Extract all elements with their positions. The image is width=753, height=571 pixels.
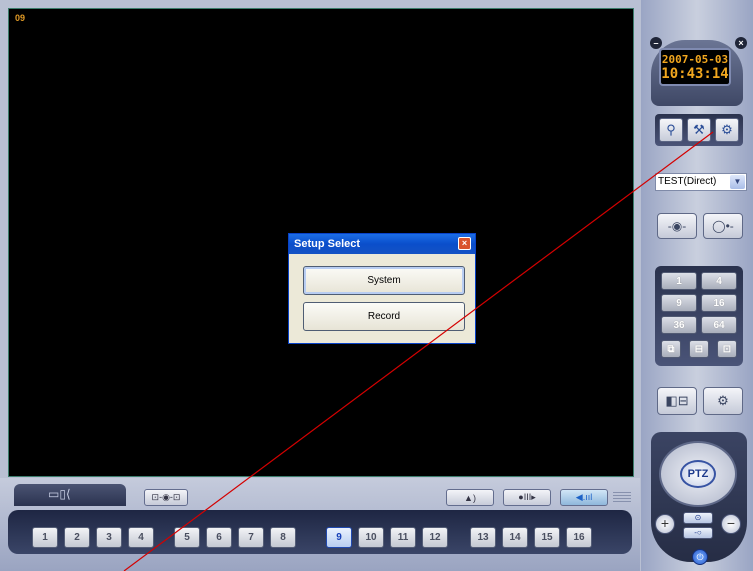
channel-button-11[interactable]: 11 — [390, 527, 416, 548]
save-snapshot-button[interactable]: ◧⊟ — [657, 387, 697, 415]
channel-button-6[interactable]: 6 — [206, 527, 232, 548]
clock-housing: 2007-05-03 10:43:14 — [651, 40, 743, 106]
minimize-icon[interactable]: – — [650, 37, 662, 49]
site-select[interactable]: TEST(Direct) ▼ — [655, 173, 747, 191]
split-16-button[interactable]: 16 — [701, 294, 737, 312]
power-icon[interactable]: ⏻ — [692, 549, 708, 565]
bell-icon: ▲) — [464, 492, 476, 503]
channel-button-4[interactable]: 4 — [128, 527, 154, 548]
fullscreen-icon[interactable]: ⊡ — [717, 340, 737, 358]
channel-button-10[interactable]: 10 — [358, 527, 384, 548]
channel-button-13[interactable]: 13 — [470, 527, 496, 548]
split-1-button[interactable]: 1 — [661, 272, 697, 290]
channel-button-1[interactable]: 1 — [32, 527, 58, 548]
ptz-button[interactable]: PTZ — [680, 460, 716, 488]
split-64-button[interactable]: 64 — [701, 316, 737, 334]
pip-icon[interactable]: ⊟ — [689, 340, 709, 358]
focus-icon[interactable]: ⊙ — [683, 512, 713, 524]
setup-select-dialog: Setup Select × System Record — [288, 233, 476, 344]
system-button[interactable]: System — [303, 266, 465, 295]
channel-button-8[interactable]: 8 — [270, 527, 296, 548]
microphone-button[interactable]: ●III▸ — [503, 489, 551, 506]
tool-buttons: ⚲ ⚒ ⚙ — [655, 114, 743, 146]
connect-icon-button[interactable]: -◉- — [657, 213, 697, 239]
split-screen-panel: 1 4 9 16 36 64 ⧉ ⊟ ⊡ — [655, 266, 743, 366]
disconnect-icon-button[interactable]: ◯•- — [703, 213, 743, 239]
date-readout: 2007-05-03 — [661, 53, 729, 66]
microphone-icon: ●III▸ — [518, 492, 536, 502]
time-readout: 10:43:14 — [661, 66, 729, 82]
dvr-client-window: 09 Setup Select × System Record ▭▯⟨ ⊡-◉-… — [0, 0, 753, 571]
settings-icon: ⚙ — [717, 393, 729, 408]
sequence-icon[interactable]: ⧉ — [661, 340, 681, 358]
camera-layout-icon: ▭▯⟨ — [48, 487, 71, 501]
zoom-out-icon[interactable]: − — [721, 514, 741, 534]
volume-button[interactable]: ◀.ııl — [560, 489, 608, 506]
speaker-volume-icon: ◀.ııl — [575, 492, 593, 502]
close-icon[interactable]: × — [458, 237, 471, 250]
connect-button[interactable]: ⊡-◉-⊡ — [144, 489, 188, 506]
search-icon[interactable]: ⚲ — [659, 118, 683, 142]
plug-connect-icon: -◉- — [667, 219, 687, 233]
dialog-title: Setup Select — [294, 238, 361, 250]
split-4-button[interactable]: 4 — [701, 272, 737, 290]
channel-button-5[interactable]: 5 — [174, 527, 200, 548]
channel-button-15[interactable]: 15 — [534, 527, 560, 548]
zoom-in-icon[interactable]: + — [655, 514, 675, 534]
bottom-control-bar: ▭▯⟨ ⊡-◉-⊡ ▲) ●III▸ ◀.ııl 1 2 3 4 5 6 7 8 9 10 11 12… — [0, 478, 640, 571]
video-display[interactable]: 09 Setup Select × System Record — [8, 8, 634, 477]
grip-lines — [613, 492, 631, 504]
settings-search-button[interactable]: ⚙ — [703, 387, 743, 415]
channel-button-14[interactable]: 14 — [502, 527, 528, 548]
record-button[interactable]: Record — [303, 302, 465, 331]
gear-icon[interactable]: ⚙ — [715, 118, 739, 142]
close-icon[interactable]: × — [735, 37, 747, 49]
channel-button-2[interactable]: 2 — [64, 527, 90, 548]
save-icon: ◧⊟ — [665, 393, 689, 408]
layout-tab[interactable]: ▭▯⟨ — [14, 484, 126, 506]
channel-button-7[interactable]: 7 — [238, 527, 264, 548]
channel-label: 09 — [15, 13, 26, 23]
right-control-panel: – × 2007-05-03 10:43:14 ⚲ ⚒ ⚙ TEST(Direc… — [641, 0, 753, 571]
site-select-value: TEST(Direct) — [658, 176, 717, 187]
split-9-button[interactable]: 9 — [661, 294, 697, 312]
wrench-icon[interactable]: ⚒ — [687, 118, 711, 142]
iris-icon[interactable]: -○ — [683, 527, 713, 539]
plug-disconnect-icon: ◯•- — [712, 219, 734, 233]
channel-button-12[interactable]: 12 — [422, 527, 448, 548]
channel-button-3[interactable]: 3 — [96, 527, 122, 548]
network-link-icon: ⊡-◉-⊡ — [151, 492, 181, 502]
clock-display: 2007-05-03 10:43:14 — [659, 48, 731, 86]
channel-button-9[interactable]: 9 — [326, 527, 352, 548]
channel-button-16[interactable]: 16 — [566, 527, 592, 548]
dialog-titlebar: Setup Select × — [289, 234, 475, 254]
chevron-down-icon[interactable]: ▼ — [730, 175, 745, 189]
split-36-button[interactable]: 36 — [661, 316, 697, 334]
alarm-button[interactable]: ▲) — [446, 489, 494, 506]
